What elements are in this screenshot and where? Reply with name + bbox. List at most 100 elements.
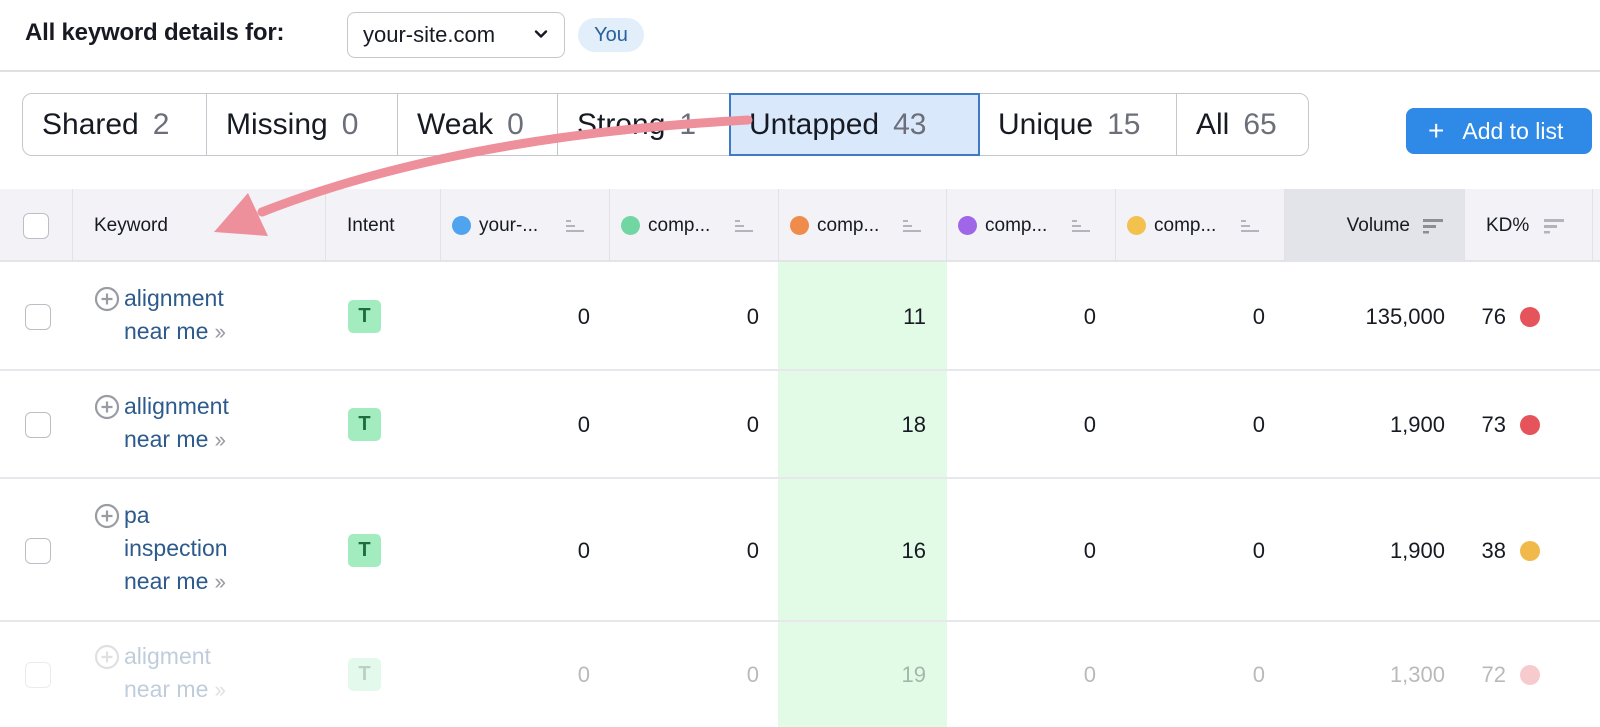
domain-select[interactable]: your-site.com (347, 12, 565, 58)
row-checkbox[interactable] (25, 303, 51, 330)
column-domain-2[interactable]: comp... (610, 189, 779, 262)
keyword-line: aligment (124, 642, 211, 669)
tab-count: 0 (507, 107, 524, 141)
position-cell: 0 (1083, 303, 1096, 329)
sort-icon[interactable] (734, 218, 754, 234)
position-cell: 0 (1083, 661, 1096, 687)
column-domain-3[interactable]: comp... (779, 189, 947, 262)
position-cell: 0 (577, 412, 590, 437)
row-checkbox[interactable] (25, 537, 51, 564)
position-cell: 0 (1252, 537, 1265, 563)
keyword-line: allignment (124, 393, 229, 419)
row-select-cell (25, 537, 51, 564)
position-cell: 0 (746, 303, 759, 329)
kd-value: 73 (1481, 412, 1506, 437)
tab-all[interactable]: All 65 (1177, 94, 1308, 155)
kd-difficulty-dot (1520, 306, 1540, 327)
add-circle-icon[interactable] (94, 503, 120, 529)
keyword-cell: aligment near me ›› (94, 640, 226, 706)
position-cell: 16 (901, 537, 926, 563)
sort-icon[interactable] (1071, 218, 1091, 234)
keyword-link[interactable]: alignment near me ›› (124, 282, 226, 348)
add-circle-icon[interactable] (94, 644, 120, 670)
row-select-cell (25, 303, 51, 330)
top-bar: All keyword details for: your-site.com Y… (0, 0, 1600, 72)
add-circle-icon[interactable] (94, 286, 120, 312)
intent-badge: T (348, 533, 381, 567)
row-select-cell (25, 412, 51, 438)
keyword-line: alignment (124, 284, 224, 311)
sort-icon[interactable] (565, 218, 585, 234)
keyword-line: pa (124, 502, 150, 528)
column-keyword[interactable]: Keyword (73, 189, 326, 262)
domain-select-value: your-site.com (363, 22, 496, 47)
row-checkbox[interactable] (25, 661, 51, 688)
keyword-line: near me ›› (124, 568, 226, 594)
row-select-cell (25, 661, 51, 688)
column-intent: Intent (326, 189, 441, 262)
sort-icon[interactable] (902, 218, 922, 234)
add-to-list-label: Add to list (1462, 117, 1564, 144)
select-all-checkbox[interactable] (23, 212, 49, 239)
tab-untapped[interactable]: Untapped 43 (729, 93, 980, 156)
table-row: alignment near me ›› T 0 0 11 0 0 135,000 76 (0, 262, 1600, 371)
table-row: aligment near me ›› T 0 0 19 0 0 1,300 72 (0, 622, 1600, 727)
tab-count: 43 (893, 107, 927, 141)
double-chevron-right-icon[interactable]: ›› (214, 427, 226, 452)
tab-label: Shared (42, 107, 139, 141)
position-cell: 0 (1252, 303, 1265, 329)
column-keyword-label: Keyword (94, 214, 168, 236)
row-checkbox[interactable] (25, 412, 51, 438)
position-cell: 0 (746, 412, 759, 437)
position-cell: 11 (903, 303, 926, 329)
column-intent-label: Intent (347, 214, 395, 236)
you-badge: You (578, 18, 644, 52)
column-domain-1[interactable]: your-... (441, 189, 610, 262)
position-cell: 0 (1252, 661, 1265, 687)
tab-weak[interactable]: Weak 0 (398, 94, 558, 155)
kd-cell: 76 (1465, 262, 1540, 371)
column-volume[interactable]: Volume (1285, 189, 1465, 262)
kd-difficulty-dot (1520, 540, 1540, 561)
keyword-line: inspection (124, 535, 228, 561)
tab-label: Weak (417, 107, 494, 141)
column-domain-5[interactable]: comp... (1116, 189, 1285, 262)
page-title: All keyword details for: (25, 19, 285, 46)
keyword-cell: alignment near me ›› (94, 282, 226, 348)
domain-color-dot (790, 216, 809, 235)
sort-icon[interactable] (1240, 218, 1260, 234)
column-domain-label: comp... (648, 214, 711, 236)
intent-badge: T (348, 408, 381, 441)
column-domain-4[interactable]: comp... (947, 189, 1116, 262)
table-header: Keyword Intent your-... comp... comp... … (0, 189, 1600, 262)
tab-count: 1 (679, 107, 697, 141)
keyword-line: near me ›› (124, 426, 226, 452)
keyword-link[interactable]: allignment near me ›› (124, 390, 229, 456)
column-kd[interactable]: KD% (1465, 189, 1593, 262)
tab-strong[interactable]: Strong 1 (558, 94, 730, 155)
add-circle-icon[interactable] (94, 394, 120, 420)
kd-difficulty-dot (1520, 664, 1540, 685)
domain-color-dot (452, 216, 471, 235)
kd-value: 38 (1481, 537, 1506, 563)
keyword-link[interactable]: aligment near me ›› (124, 640, 226, 706)
position-cell: 18 (901, 412, 926, 437)
add-to-list-button[interactable]: + Add to list (1406, 108, 1592, 154)
tab-missing[interactable]: Missing 0 (207, 94, 398, 155)
kd-value: 76 (1481, 303, 1506, 329)
double-chevron-right-icon[interactable]: ›› (214, 319, 226, 344)
keyword-line: near me ›› (124, 317, 226, 344)
domain-color-dot (1127, 216, 1146, 235)
double-chevron-right-icon[interactable]: ›› (214, 569, 226, 594)
position-cell: 0 (1083, 537, 1096, 563)
double-chevron-right-icon[interactable]: ›› (214, 677, 226, 702)
tab-count: 2 (152, 107, 170, 141)
tab-label: Untapped (749, 107, 880, 141)
sort-icon[interactable] (1543, 218, 1565, 234)
tab-unique[interactable]: Unique 15 (979, 94, 1177, 155)
sort-icon[interactable] (1422, 218, 1444, 234)
keyword-link[interactable]: pa inspection near me ›› (124, 499, 228, 598)
volume-cell: 1,900 (1389, 412, 1445, 437)
domain-color-dot (621, 216, 640, 235)
tab-shared[interactable]: Shared 2 (23, 94, 207, 155)
